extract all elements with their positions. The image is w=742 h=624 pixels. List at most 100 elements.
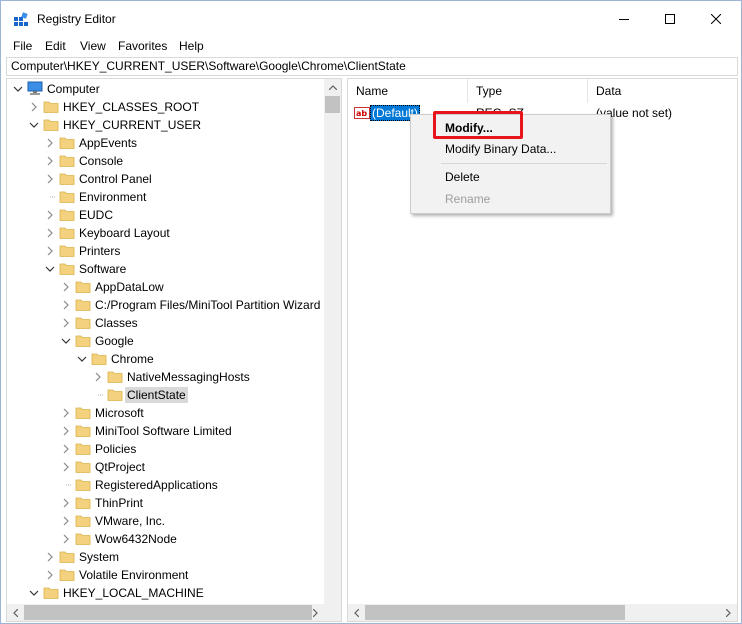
tree-item[interactable]: QtProject (7, 458, 325, 476)
chevron-right-icon[interactable] (61, 534, 71, 544)
scroll-right-arrow[interactable] (307, 604, 324, 621)
tree-horizontal-thumb[interactable] (24, 605, 312, 620)
maximize-button[interactable] (647, 1, 693, 37)
tree-item[interactable]: AppDataLow (7, 278, 325, 296)
tree-item[interactable]: Keyboard Layout (7, 224, 325, 242)
list-scroll-left-arrow[interactable] (348, 604, 365, 621)
chevron-right-icon[interactable] (61, 282, 71, 292)
key-tree-pane[interactable]: Computer HKEY_CLASSES_ROOT HKEY_CURRENT_US… (6, 78, 342, 622)
chevron-right-icon[interactable] (61, 462, 71, 472)
chevron-right-icon[interactable] (61, 498, 71, 508)
chevron-right-icon[interactable] (61, 426, 71, 436)
tree-item[interactable]: AppEvents (7, 134, 325, 152)
tree-item-label: NativeMessagingHosts (127, 370, 250, 384)
tree-item[interactable]: Computer (7, 80, 325, 98)
context-menu-modify-binary[interactable]: Modify Binary Data... (445, 141, 556, 157)
tree-item[interactable]: ClientState (7, 386, 325, 404)
list-scroll-right-arrow[interactable] (720, 604, 737, 621)
tree-item[interactable]: HKEY_CLASSES_ROOT (7, 98, 325, 116)
tree-item[interactable]: MiniTool Software Limited (7, 422, 325, 440)
tree-item[interactable]: Chrome (7, 350, 325, 368)
close-button[interactable] (693, 1, 739, 37)
svg-text:ab: ab (356, 109, 367, 118)
tree-item-label: Google (95, 334, 134, 348)
registry-editor-window: Registry Editor File Edit View Favorites… (0, 0, 742, 624)
menu-view[interactable]: View (80, 39, 106, 53)
tree-item[interactable]: Classes (7, 314, 325, 332)
tree-item[interactable]: C:/Program Files/MiniTool Partition Wiza… (7, 296, 325, 314)
folder-icon (75, 461, 91, 473)
chevron-down-icon[interactable] (29, 120, 39, 130)
list-horizontal-scrollbar[interactable] (348, 604, 737, 621)
chevron-right-icon[interactable] (45, 228, 55, 238)
tree-item[interactable]: Software (7, 260, 325, 278)
tree-item[interactable]: Environment (7, 188, 325, 206)
tree-item-label: Printers (79, 244, 121, 258)
chevron-right-icon[interactable] (45, 156, 55, 166)
tree-item[interactable]: EUDC (7, 206, 325, 224)
chevron-right-icon[interactable] (45, 138, 55, 148)
tree-connector-icon (98, 394, 103, 396)
chevron-right-icon[interactable] (45, 246, 55, 256)
tree-item-label: QtProject (95, 460, 146, 474)
folder-icon (75, 443, 91, 455)
menu-edit[interactable]: Edit (45, 39, 66, 53)
chevron-right-icon[interactable] (61, 408, 71, 418)
chevron-right-icon[interactable] (45, 570, 55, 580)
tree-item-label: AppEvents (79, 136, 138, 150)
folder-icon (75, 299, 91, 311)
folder-icon (75, 317, 91, 329)
tree-item[interactable]: Printers (7, 242, 325, 260)
minimize-button[interactable] (601, 1, 647, 37)
chevron-right-icon[interactable] (61, 300, 71, 310)
computer-icon (27, 81, 43, 95)
chevron-right-icon[interactable] (61, 516, 71, 526)
tree-item[interactable]: Console (7, 152, 325, 170)
chevron-right-icon[interactable] (61, 444, 71, 454)
chevron-down-icon[interactable] (45, 264, 55, 274)
chevron-right-icon[interactable] (29, 102, 39, 112)
chevron-right-icon[interactable] (45, 174, 55, 184)
tree-horizontal-scrollbar[interactable] (7, 604, 341, 621)
tree-item[interactable]: RegisteredApplications (7, 476, 325, 494)
tree-item-label: Control Panel (79, 172, 152, 186)
tree-item[interactable]: Policies (7, 440, 325, 458)
tree-vertical-scrollbar[interactable] (324, 79, 341, 605)
column-header-name[interactable]: Name (348, 79, 468, 103)
context-menu-delete[interactable]: Delete (445, 169, 480, 185)
tree-item[interactable]: Volatile Environment (7, 566, 325, 584)
tree-item[interactable]: Google (7, 332, 325, 350)
chevron-down-icon[interactable] (29, 588, 39, 598)
scroll-corner (324, 604, 341, 621)
tree-item[interactable]: ThinPrint (7, 494, 325, 512)
chevron-down-icon[interactable] (77, 354, 87, 364)
tree-item[interactable]: Wow6432Node (7, 530, 325, 548)
menu-favorites[interactable]: Favorites (118, 39, 167, 53)
chevron-right-icon[interactable] (45, 552, 55, 562)
chevron-right-icon[interactable] (45, 210, 55, 220)
tree-vertical-thumb[interactable] (325, 96, 340, 113)
chevron-down-icon[interactable] (13, 84, 23, 94)
tree-item[interactable]: Control Panel (7, 170, 325, 188)
list-horizontal-thumb[interactable] (365, 605, 625, 620)
tree-item[interactable]: System (7, 548, 325, 566)
menu-file[interactable]: File (13, 39, 32, 53)
chevron-right-icon[interactable] (93, 372, 103, 382)
column-header-type[interactable]: Type (468, 79, 588, 103)
chevron-right-icon[interactable] (61, 318, 71, 328)
minimize-icon (619, 19, 629, 20)
tree-item[interactable]: HKEY_LOCAL_MACHINE (7, 584, 325, 602)
scroll-up-arrow[interactable] (324, 79, 341, 96)
tree-item[interactable]: Microsoft (7, 404, 325, 422)
column-header-data[interactable]: Data (588, 79, 737, 103)
tree-item[interactable]: VMware, Inc. (7, 512, 325, 530)
folder-icon (59, 263, 75, 275)
menu-help[interactable]: Help (179, 39, 204, 53)
tree-item[interactable]: HKEY_CURRENT_USER (7, 116, 325, 134)
chevron-left-icon (13, 608, 18, 617)
chevron-down-icon[interactable] (61, 336, 71, 346)
folder-icon (75, 515, 91, 527)
tree-item[interactable]: NativeMessagingHosts (7, 368, 325, 386)
scroll-left-arrow[interactable] (7, 604, 24, 621)
address-bar[interactable]: Computer\HKEY_CURRENT_USER\Software\Goog… (6, 57, 738, 76)
